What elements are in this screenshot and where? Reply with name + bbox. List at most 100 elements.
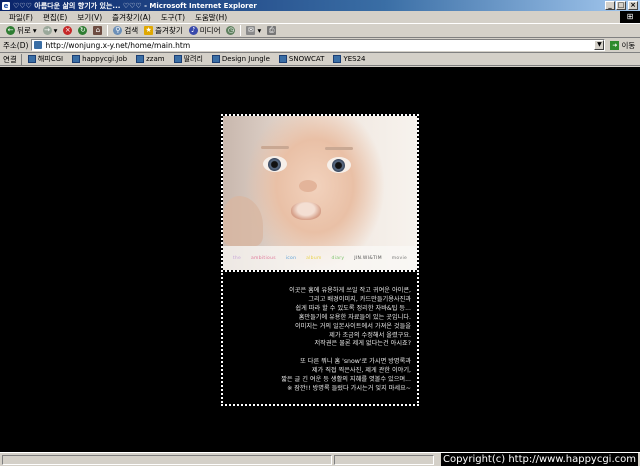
page-icon	[72, 55, 81, 63]
page-icon	[278, 55, 287, 63]
favorites-star-icon: ★	[144, 26, 154, 35]
nav-album[interactable]: album	[306, 256, 322, 261]
menu-bar: 파일(F) 편집(E) 보기(V) 즐겨찾기(A) 도구(T) 도움말(H) ⊞	[0, 11, 640, 23]
link-happycgi[interactable]: 해피CGI	[27, 54, 63, 64]
nav-movie[interactable]: movie	[392, 256, 407, 261]
back-label: 뒤로	[17, 26, 31, 35]
menu-file[interactable]: 파일(F)	[4, 12, 38, 23]
close-button[interactable]: ×	[628, 1, 638, 10]
ie-icon: e	[2, 1, 10, 10]
menu-view[interactable]: 보기(V)	[72, 12, 107, 23]
links-bar: 연결 해피CGI happycgi.Job zzam 딸려리 Design Ju…	[0, 53, 640, 66]
page-content: the ambitious icon album diary JIN.WI&TI…	[0, 67, 640, 452]
description-paragraph: 이곳은 홈에 유용하게 쓰일 작고 귀여운 아이콘, 그리고 배경이미지, 카드…	[227, 287, 411, 349]
photo-mouth	[291, 202, 321, 220]
forward-button[interactable]: → ▾	[40, 26, 61, 35]
address-input[interactable]: http://wonjung.x-y.net/home/main.htm ▼	[31, 39, 606, 51]
link-zzam[interactable]: zzam	[136, 55, 165, 63]
search-button[interactable]: ⚲ 검색	[110, 25, 141, 36]
photo-brow	[261, 146, 289, 149]
chevron-down-icon: ▾	[53, 26, 58, 35]
toolbar-separator	[107, 25, 109, 36]
refresh-icon: ↻	[78, 26, 88, 35]
description-line: 그리고 배경이미지, 카드만들기용사진과	[308, 295, 411, 303]
link-yes24[interactable]: YES24	[333, 55, 366, 63]
copyright-text: Copyright(c) http://www.happycgi.com	[440, 453, 638, 466]
link-label: YES24	[343, 55, 366, 63]
search-icon: ⚲	[113, 26, 123, 35]
photo-eye	[327, 157, 351, 173]
window-title: ♡♡♡ 아름다운 삶의 향기가 있는... ♡♡♡ - Microsoft In…	[13, 1, 257, 10]
forward-arrow-icon: →	[42, 26, 52, 35]
back-button[interactable]: ← 뒤로 ▾	[3, 25, 40, 36]
description-line: 제가 직접 찍은사진, 제게 관한 이야기,	[311, 367, 411, 375]
mail-button[interactable]: ✉ ▾	[243, 26, 264, 35]
description-line: 이미지는 거의 일본사이트에서 가져온 것들을	[294, 322, 411, 330]
link-design-jungle[interactable]: Design Jungle	[211, 55, 270, 63]
status-pane-main	[2, 455, 332, 465]
chevron-down-icon: ▾	[257, 26, 262, 35]
maximize-button[interactable]: □	[616, 1, 626, 10]
refresh-button[interactable]: ↻	[75, 26, 90, 35]
description-line: 이곳은 홈에 유용하게 쓰일 작고 귀여운 아이콘,	[289, 287, 411, 294]
mail-icon: ✉	[246, 26, 256, 35]
menu-tools[interactable]: 도구(T)	[156, 12, 190, 23]
stop-button[interactable]: ×	[60, 26, 75, 35]
link-ddallyeori[interactable]: 딸려리	[173, 54, 203, 64]
windows-logo-icon: ⊞	[620, 11, 640, 23]
status-pane-zone	[334, 455, 434, 465]
menu-help[interactable]: 도움말(H)	[190, 12, 232, 23]
menu-favorites[interactable]: 즐겨찾기(A)	[107, 12, 156, 23]
description-line: ※ 잠깐!! 방명록 들렀다 가시는거 잊지 마세요~	[287, 384, 411, 392]
photo-eye	[263, 156, 287, 172]
page-icon	[27, 55, 36, 63]
window-controls: _ □ ×	[605, 1, 638, 10]
link-label: zzam	[146, 55, 165, 63]
description-line: 홈만들기에 유용한 자료들이 있는 곳입니다.	[298, 313, 411, 321]
page-icon	[136, 55, 145, 63]
nav-jinwi-tim[interactable]: JIN.WI&TIM	[354, 256, 382, 261]
link-label: 딸려리	[183, 55, 203, 63]
status-bar: Copyright(c) http://www.happycgi.com	[0, 452, 640, 466]
photo-nose	[299, 180, 317, 192]
menu-edit[interactable]: 편집(E)	[38, 12, 72, 23]
description-line: 짧은 글 긴 여운 등 생활의 지혜를 엿볼수 있으며...	[281, 376, 411, 384]
search-label: 검색	[124, 26, 139, 35]
go-button[interactable]: ➜ 이동	[610, 40, 635, 51]
photo-frame: the ambitious icon album diary JIN.WI&TI…	[221, 114, 419, 272]
chevron-down-icon: ▾	[32, 26, 37, 35]
history-icon: ◷	[226, 26, 236, 35]
home-button[interactable]: ⌂	[90, 26, 105, 35]
link-label: Design Jungle	[221, 55, 270, 63]
toolbar-separator	[240, 25, 242, 36]
nav-ambitious[interactable]: ambitious	[251, 256, 276, 261]
address-label: 주소(D)	[3, 40, 29, 50]
history-button[interactable]: ◷	[223, 26, 238, 35]
nav-the[interactable]: the	[233, 256, 241, 261]
page-icon	[333, 55, 342, 63]
print-button[interactable]: ⎙	[264, 26, 279, 35]
go-label: 이동	[621, 40, 636, 50]
go-arrow-icon: ➜	[610, 40, 620, 50]
address-bar: 주소(D) http://wonjung.x-y.net/home/main.h…	[0, 38, 640, 53]
link-snowcat[interactable]: SNOWCAT	[278, 55, 325, 63]
standard-toolbar: ← 뒤로 ▾ → ▾ × ↻ ⌂ ⚲ 검색 ★ 즐겨찾기 ♪ 미디어 ◷ ✉ ▾…	[0, 23, 640, 38]
description-frame: 이곳은 홈에 유용하게 쓰일 작고 귀여운 아이콘, 그리고 배경이미지, 카드…	[221, 270, 419, 406]
media-button[interactable]: ♪ 미디어	[186, 25, 224, 36]
link-label: happycgi.Job	[82, 55, 128, 63]
nav-icon[interactable]: icon	[286, 256, 297, 261]
media-label: 미디어	[199, 26, 221, 35]
page-icon	[34, 41, 43, 49]
home-icon: ⌂	[93, 26, 103, 35]
address-dropdown-button[interactable]: ▼	[594, 40, 605, 50]
link-label: SNOWCAT	[288, 55, 325, 63]
minimize-button[interactable]: _	[605, 1, 615, 10]
link-happycgi-job[interactable]: happycgi.Job	[72, 55, 127, 63]
back-arrow-icon: ←	[6, 26, 15, 35]
nav-diary[interactable]: diary	[332, 256, 345, 261]
address-url: http://wonjung.x-y.net/home/main.htm	[45, 40, 191, 50]
page-icon	[173, 55, 182, 63]
favorites-button[interactable]: ★ 즐겨찾기	[141, 25, 186, 36]
description-line: 쉽게 따라 할 수 있도록 정리한 자바&팁 등...	[295, 304, 411, 312]
media-icon: ♪	[188, 26, 198, 35]
